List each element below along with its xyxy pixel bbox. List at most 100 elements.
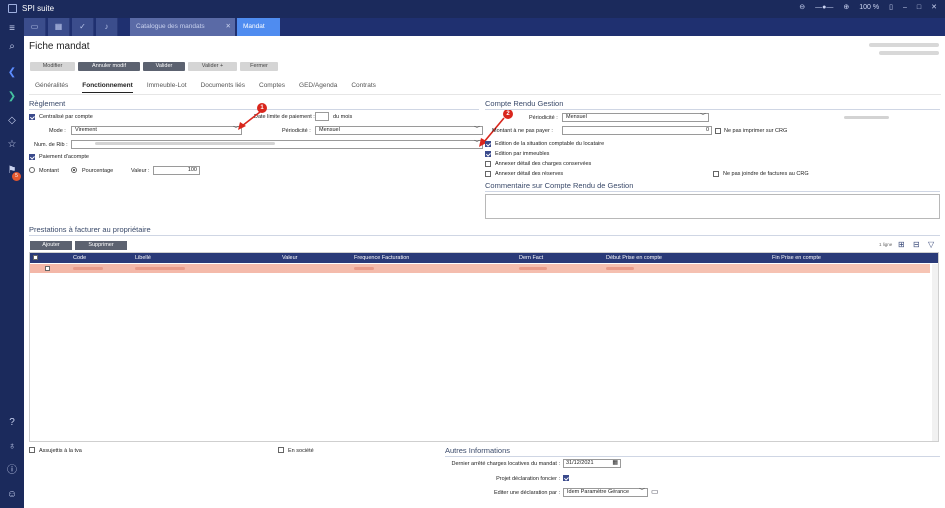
autres-informations-title: Autres Informations [445, 446, 511, 455]
annexer-charges-checkbox[interactable] [485, 161, 491, 167]
prestations-title: Prestations à facturer au propriétaire [29, 225, 151, 234]
col-valeur[interactable]: Valeur [282, 255, 298, 261]
close-tab-icon[interactable]: ✕ [226, 18, 231, 36]
chevron-down-icon: ﹀ [699, 114, 706, 120]
montant-radio[interactable] [29, 167, 35, 173]
col-fin-prise[interactable]: Fin Prise en compte [772, 255, 821, 261]
user-icon[interactable]: ☺ [5, 488, 19, 502]
periodicite-select[interactable]: Mensuel ﹀ [315, 126, 483, 135]
prestations-grid: Code Libellé Valeur Frequence Facturatio… [29, 252, 939, 442]
paiement-acompte-checkbox[interactable] [29, 154, 35, 160]
montant-ne-pas-payer-input[interactable]: 0 [562, 126, 712, 135]
valider-button[interactable]: Valider [143, 62, 185, 71]
mode-label: Mode : [49, 128, 66, 134]
annexer-reserves-checkbox[interactable] [485, 171, 491, 177]
annuler-modif-button[interactable]: Annuler modif [78, 62, 140, 71]
col-debut-prise[interactable]: Début Prise en compte [606, 255, 662, 261]
collapse-left-icon[interactable]: ❮ [5, 66, 19, 80]
fermer-button[interactable]: Fermer [240, 62, 278, 71]
zoom-slider[interactable]: —●— [815, 4, 833, 11]
crg-periodicite-select[interactable]: Mensuel ﹀ [562, 113, 709, 122]
ne-pas-joindre-checkbox[interactable] [713, 171, 719, 177]
star-icon[interactable]: ☆ [5, 138, 19, 152]
search-icon[interactable]: ⌕ [5, 40, 19, 54]
tab-fonctionnement[interactable]: Fonctionnement [82, 82, 133, 93]
code-icon[interactable]: ◇ [5, 114, 19, 128]
crg-periodicite-label: Périodicité : [529, 115, 558, 121]
tab-divider [29, 94, 941, 95]
assujettis-tva-checkbox[interactable] [29, 447, 35, 453]
info-icon[interactable]: ⓘ [5, 464, 19, 478]
date-limite-input[interactable] [315, 112, 329, 121]
supprimer-button[interactable]: Supprimer [75, 241, 127, 250]
en-societe-checkbox[interactable] [278, 447, 284, 453]
modifier-button[interactable]: Modifier [30, 62, 75, 71]
grid-scrollbar[interactable] [932, 264, 938, 441]
dernier-arrete-input[interactable]: 31/12/2021 ▦ [563, 459, 621, 468]
pourcentage-label: Pourcentage [82, 168, 114, 174]
centralise-checkbox[interactable] [29, 114, 35, 120]
periodicite-value: Mensuel [319, 127, 340, 133]
table-row[interactable] [30, 264, 930, 273]
expand-right-icon[interactable]: ❯ [5, 90, 19, 104]
annexer-charges-label: Annexer détail des charges conservées [495, 161, 592, 167]
annotation-arrow-1 [238, 111, 261, 130]
valider-plus-button[interactable]: Valider + [188, 62, 237, 71]
maximize-icon[interactable]: □ [917, 4, 921, 11]
tab-catalogue-mandats[interactable]: Catalogue des mandats ✕ [130, 18, 235, 36]
tab-documents-lies[interactable]: Documents liés [201, 82, 245, 93]
dernier-arrete-value: 31/12/2021 [566, 460, 594, 466]
mode-select[interactable]: Virement ﹀ [71, 126, 242, 135]
page-title: Fiche mandat [29, 41, 90, 52]
help-icon[interactable]: ? [5, 416, 19, 430]
ajouter-button[interactable]: Ajouter [30, 241, 72, 250]
tab-contrats[interactable]: Contrats [351, 82, 376, 93]
col-frequence[interactable]: Frequence Facturation [354, 255, 409, 261]
rib-select[interactable]: ﹀ [71, 140, 483, 149]
tab-immeuble-lot[interactable]: Immeuble-Lot [147, 82, 187, 93]
zoom-in-icon[interactable]: ⊕ [843, 3, 849, 11]
col-dern-fact[interactable]: Dern Fact [519, 255, 543, 261]
col-code[interactable]: Code [73, 255, 86, 261]
tab-comptes[interactable]: Comptes [259, 82, 285, 93]
filter-icon[interactable]: ▽ [928, 240, 934, 249]
projet-declaration-checkbox[interactable] [563, 475, 569, 481]
valeur-label: Valeur : [131, 168, 150, 174]
row-checkbox[interactable] [45, 266, 50, 271]
tab-generalites[interactable]: Généralités [35, 82, 68, 93]
commentaire-textarea[interactable] [485, 194, 940, 219]
header-info-blurred [869, 43, 939, 47]
rib-value-blurred [95, 142, 275, 146]
tab-mandat[interactable]: Mandat [237, 18, 280, 36]
du-mois-label: du mois [333, 114, 353, 120]
document-icon[interactable]: ▯ [889, 3, 893, 11]
annexer-reserves-label: Annexer détail des réserves [495, 171, 564, 177]
monitor-icon[interactable]: ▭ [651, 487, 659, 496]
projet-declaration-label: Projet déclaration foncier : [496, 476, 560, 482]
lightbulb-icon[interactable]: ♁ [5, 440, 19, 454]
print-grid-icon[interactable]: ⊟ [913, 240, 920, 249]
zoom-out-icon[interactable]: ⊖ [799, 3, 805, 11]
calendar-icon[interactable]: ▦ [612, 460, 618, 467]
hamburger-menu-icon[interactable]: ≡ [5, 22, 19, 36]
form-tabs: Généralités Fonctionnement Immeuble-Lot … [35, 82, 376, 93]
export-excel-icon[interactable]: ⊞ [898, 240, 905, 249]
pourcentage-radio[interactable] [71, 167, 77, 173]
home-tab-icon[interactable]: ▭ [24, 18, 46, 36]
edition-situation-checkbox[interactable] [485, 141, 491, 147]
minimize-icon[interactable]: – [903, 4, 907, 11]
col-libelle[interactable]: Libellé [135, 255, 151, 261]
tab-ged-agenda[interactable]: GED/Agenda [299, 82, 337, 93]
app-logo-icon [8, 4, 17, 13]
select-all-checkbox[interactable] [33, 255, 38, 260]
close-window-icon[interactable]: ✕ [931, 3, 937, 11]
ne-pas-imprimer-checkbox[interactable] [715, 128, 721, 134]
calendar-tab-icon[interactable]: ▦ [48, 18, 70, 36]
commentaire-title: Commentaire sur Compte Rendu de Gestion [485, 181, 634, 190]
bell-tab-icon[interactable]: ♪ [96, 18, 118, 36]
editer-declaration-select[interactable]: Idem Paramètre Gérance ﹀ [563, 488, 648, 497]
tasks-tab-icon[interactable]: ✓ [72, 18, 94, 36]
edition-immeubles-checkbox[interactable] [485, 151, 491, 157]
valeur-input[interactable]: 100 [153, 166, 200, 175]
left-navigation: ≡ ⌕ ❮ ❯ ◇ ☆ ⚑ 5 ? ♁ ⓘ ☺ [0, 18, 24, 508]
